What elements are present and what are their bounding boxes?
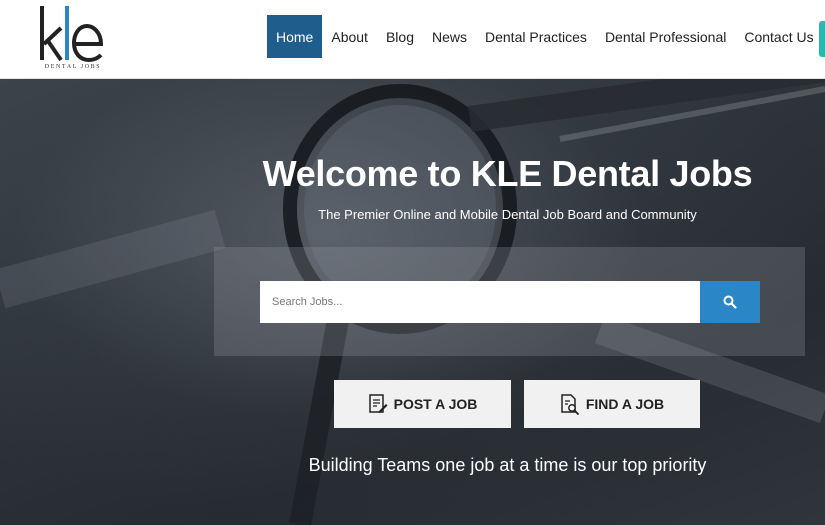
header-accent-tab[interactable] [819, 21, 825, 57]
nav-dental-professional[interactable]: Dental Professional [596, 15, 735, 58]
nav-dental-practices[interactable]: Dental Practices [476, 15, 596, 58]
search-button[interactable] [700, 281, 760, 323]
hero-title: Welcome to KLE Dental Jobs [262, 153, 753, 194]
nav-home[interactable]: Home [267, 15, 323, 58]
main-nav: Home About Blog News Dental Practices De… [267, 15, 823, 58]
hero-section: Welcome to KLE Dental Jobs The Premier O… [0, 79, 825, 525]
hero-tagline: Building Teams one job at a time is our … [308, 455, 707, 475]
post-a-job-label: POST A JOB [393, 396, 478, 412]
find-a-job-label: FIND A JOB [585, 396, 665, 412]
search-icon [723, 295, 737, 309]
nav-news[interactable]: News [423, 15, 476, 58]
search-input[interactable] [260, 281, 700, 323]
find-a-job-button[interactable]: FIND A JOB [524, 380, 700, 428]
search-panel [214, 247, 805, 356]
nav-about[interactable]: About [322, 15, 377, 58]
hero-subtitle: The Premier Online and Mobile Dental Job… [318, 207, 697, 222]
document-edit-icon [368, 394, 388, 413]
nav-contact-us[interactable]: Contact Us [735, 15, 822, 58]
logo-subtitle: DENTAL JOBS [44, 64, 102, 70]
nav-blog[interactable]: Blog [377, 15, 423, 58]
document-search-icon [561, 394, 579, 415]
post-a-job-button[interactable]: POST A JOB [334, 380, 511, 428]
kle-logo[interactable]: DENTAL JOBS [37, 4, 109, 74]
site-header: DENTAL JOBS Home About Blog News Dental … [0, 0, 825, 79]
